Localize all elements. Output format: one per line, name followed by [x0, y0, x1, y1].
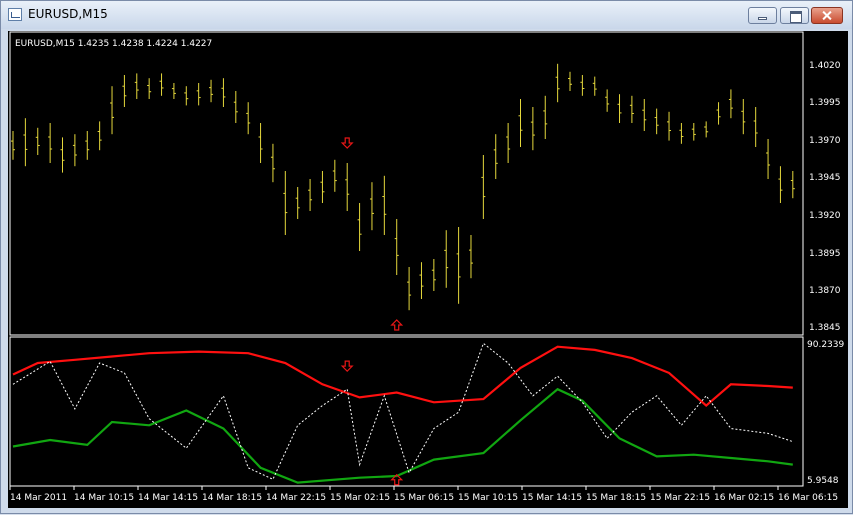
time-label: 14 Mar 22:15 [266, 493, 326, 503]
time-label: 14 Mar 10:15 [74, 493, 134, 503]
price-tick-1-3845: 1.3845 [809, 323, 841, 333]
chart-background [8, 31, 848, 508]
chart-info-label: EURUSD,M15 1.4235 1.4238 1.4224 1.4227 [15, 39, 212, 49]
chart-window: EURUSD,M15 EURUSD,M15 1.4235 1.4238 1.42… [0, 0, 853, 514]
time-label: 14 Mar 2011 [10, 493, 67, 503]
price-tick-1-3920: 1.3920 [809, 211, 841, 221]
time-label: 15 Mar 14:15 [522, 493, 582, 503]
time-label: 14 Mar 14:15 [138, 493, 198, 503]
price-tick-1-3895: 1.3895 [809, 249, 841, 259]
indicator-max-label: 90.2339 [807, 340, 844, 350]
time-label: 16 Mar 02:15 [714, 493, 774, 503]
time-label: 16 Mar 06:15 [778, 493, 838, 503]
price-tick-1-3870: 1.3870 [809, 286, 841, 296]
price-tick-1-3995: 1.3995 [809, 98, 841, 108]
indicator-min-label: 5.9548 [807, 476, 839, 486]
price-tick-1-3970: 1.3970 [809, 136, 841, 146]
time-label: 15 Mar 22:15 [650, 493, 710, 503]
time-label: 15 Mar 18:15 [586, 493, 646, 503]
time-label: 15 Mar 06:15 [394, 493, 454, 503]
chart-canvas[interactable]: EURUSD,M15 1.4235 1.4238 1.4224 1.4227 1… [1, 1, 853, 515]
time-label: 15 Mar 10:15 [458, 493, 518, 503]
time-label: 14 Mar 18:15 [202, 493, 262, 503]
price-tick-1-4020: 1.4020 [809, 61, 841, 71]
time-label: 15 Mar 02:15 [330, 493, 390, 503]
price-tick-1-3945: 1.3945 [809, 173, 841, 183]
